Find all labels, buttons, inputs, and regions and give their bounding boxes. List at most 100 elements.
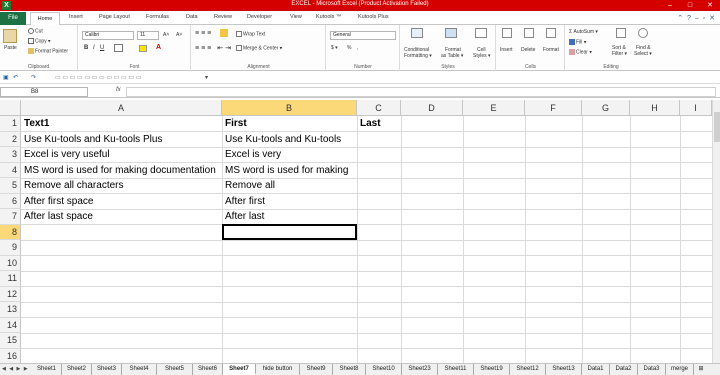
row-header-4[interactable]: 4: [0, 162, 21, 178]
insert-button[interactable]: Insert: [500, 47, 513, 53]
cell-c1[interactable]: Last: [358, 116, 381, 131]
sheet-tab[interactable]: Data1: [582, 364, 610, 375]
cell-styles-icon[interactable]: [475, 28, 487, 38]
cell-a5[interactable]: Remove all characters: [22, 178, 123, 193]
insert-cells-icon[interactable]: [502, 28, 512, 38]
sheet-tab[interactable]: Sheet8: [333, 364, 366, 375]
minimize-button[interactable]: –: [660, 0, 680, 11]
sheet-tab[interactable]: hide button: [256, 364, 300, 375]
delete-cells-icon[interactable]: [524, 28, 534, 38]
undo-icon[interactable]: ↶: [13, 74, 18, 81]
sheet-tab[interactable]: Sheet13: [546, 364, 582, 375]
sheet-tab[interactable]: Sheet4: [122, 364, 157, 375]
row-header-5[interactable]: 5: [0, 178, 21, 194]
sheet-tab[interactable]: Sheet3: [92, 364, 122, 375]
close-button[interactable]: ✕: [700, 0, 720, 11]
find-select-icon[interactable]: [638, 28, 648, 38]
tab-kutools[interactable]: Kutools ™: [316, 14, 341, 20]
grow-font-button[interactable]: A˄: [163, 32, 169, 38]
column-header-i[interactable]: I: [680, 100, 712, 116]
cell-b3[interactable]: Excel is very: [223, 147, 281, 162]
font-size-select[interactable]: 11: [137, 31, 159, 40]
sheet-tab[interactable]: Sheet12: [510, 364, 546, 375]
active-cell-b8[interactable]: [222, 224, 357, 240]
row-header-3[interactable]: 3: [0, 147, 21, 163]
comma-button[interactable]: ,: [357, 45, 358, 51]
row-header-16[interactable]: 16: [0, 348, 21, 363]
row-header-12[interactable]: 12: [0, 286, 21, 302]
vertical-align-icons[interactable]: ≡≡≡: [195, 30, 213, 37]
format-painter-button[interactable]: Format Painter: [28, 48, 68, 54]
sort-filter-icon[interactable]: [616, 28, 626, 38]
underline-button[interactable]: U: [100, 45, 104, 51]
italic-button[interactable]: I: [93, 45, 95, 51]
borders-icon[interactable]: [114, 44, 123, 52]
column-header-h[interactable]: H: [630, 100, 680, 116]
sheet-tab[interactable]: Sheet19: [474, 364, 510, 375]
row-header-13[interactable]: 13: [0, 302, 21, 318]
cell-a6[interactable]: After first space: [22, 194, 93, 209]
name-box[interactable]: B8: [0, 87, 88, 97]
fill-color-icon[interactable]: [139, 45, 147, 52]
save-icon[interactable]: ▣: [3, 74, 9, 81]
column-header-f[interactable]: F: [525, 100, 582, 116]
row-header-10[interactable]: 10: [0, 255, 21, 271]
row-header-1[interactable]: 1: [0, 116, 21, 132]
sheet-tab[interactable]: Sheet9: [300, 364, 333, 375]
column-header-a[interactable]: A: [21, 100, 222, 116]
cell-b5[interactable]: Remove all: [223, 178, 275, 193]
sheet-tab[interactable]: Sheet1: [32, 364, 62, 375]
ribbon-help-icons[interactable]: ⌃ ? – ▫ ✕: [677, 14, 716, 22]
bold-button[interactable]: B: [84, 45, 88, 51]
percent-button[interactable]: %: [347, 45, 351, 51]
column-header-g[interactable]: G: [582, 100, 630, 116]
insert-sheet-icon[interactable]: ⊞: [694, 364, 708, 375]
cell-b7[interactable]: After last: [223, 209, 264, 224]
cell-b4[interactable]: MS word is used for making: [223, 163, 348, 178]
tab-home[interactable]: Home: [30, 12, 60, 26]
fill-button[interactable]: Fill ▾: [569, 39, 586, 45]
redo-icon[interactable]: ↷: [31, 74, 36, 81]
paste-icon[interactable]: [3, 29, 17, 43]
cell-a4[interactable]: MS word is used for making documentation: [22, 163, 222, 178]
row-header-2[interactable]: 2: [0, 131, 21, 147]
autosum-button[interactable]: Σ AutoSum ▾: [569, 29, 598, 35]
column-header-b[interactable]: B: [222, 100, 357, 116]
format-cells-icon[interactable]: [546, 28, 556, 38]
delete-button[interactable]: Delete: [521, 47, 535, 53]
tab-page-layout[interactable]: Page Layout: [99, 14, 130, 20]
sheet-tab[interactable]: Sheet6: [193, 364, 223, 375]
column-header-e[interactable]: E: [463, 100, 525, 116]
merge-center-button[interactable]: Merge & Center ▾: [236, 45, 282, 51]
customize-toolbar-icon[interactable]: ▾: [205, 74, 208, 81]
paste-button[interactable]: Paste: [4, 45, 17, 51]
cell-a2[interactable]: Use Ku-tools and Ku-tools Plus: [22, 132, 162, 147]
cell-a1[interactable]: Text1: [22, 116, 49, 131]
sheet-tab[interactable]: Sheet10: [366, 364, 402, 375]
wrap-text-button[interactable]: Wrap Text: [236, 31, 265, 37]
sheet-nav-arrows[interactable]: ◀ ◀ ▶ ▶: [2, 366, 29, 372]
sheet-tab[interactable]: Sheet23: [402, 364, 438, 375]
horizontal-align-icons[interactable]: ≡≡≡ ⇤⇥: [195, 44, 233, 52]
format-button[interactable]: Format: [543, 47, 559, 53]
number-format-select[interactable]: General: [330, 31, 396, 40]
cell-b2[interactable]: Use Ku-tools and Ku-tools: [223, 132, 341, 147]
sheet-tab-active[interactable]: Sheet7: [223, 364, 256, 375]
scroll-thumb[interactable]: [714, 112, 720, 142]
maximize-button[interactable]: □: [680, 0, 700, 11]
column-header-d[interactable]: D: [401, 100, 463, 116]
sheet-tab[interactable]: Data3: [638, 364, 666, 375]
sheet-tab[interactable]: Sheet5: [157, 364, 193, 375]
cell-a7[interactable]: After last space: [22, 209, 93, 224]
sheet-tab[interactable]: Sheet2: [62, 364, 92, 375]
tab-formulas[interactable]: Formulas: [146, 14, 169, 20]
row-header-15[interactable]: 15: [0, 333, 21, 349]
tab-view[interactable]: View: [290, 14, 302, 20]
cell-a3[interactable]: Excel is very useful: [22, 147, 110, 162]
toolbar-icons[interactable]: ▭ ▭ ▭ ▭ ▭ ▭ ▭ ▭ ▭ ▭ ▭ ▭: [55, 74, 141, 81]
cut-button[interactable]: Cut: [28, 28, 43, 34]
row-header-7[interactable]: 7: [0, 209, 21, 225]
row-header-6[interactable]: 6: [0, 193, 21, 209]
copy-button[interactable]: Copy ▾: [28, 38, 51, 44]
formula-input[interactable]: [126, 87, 716, 97]
